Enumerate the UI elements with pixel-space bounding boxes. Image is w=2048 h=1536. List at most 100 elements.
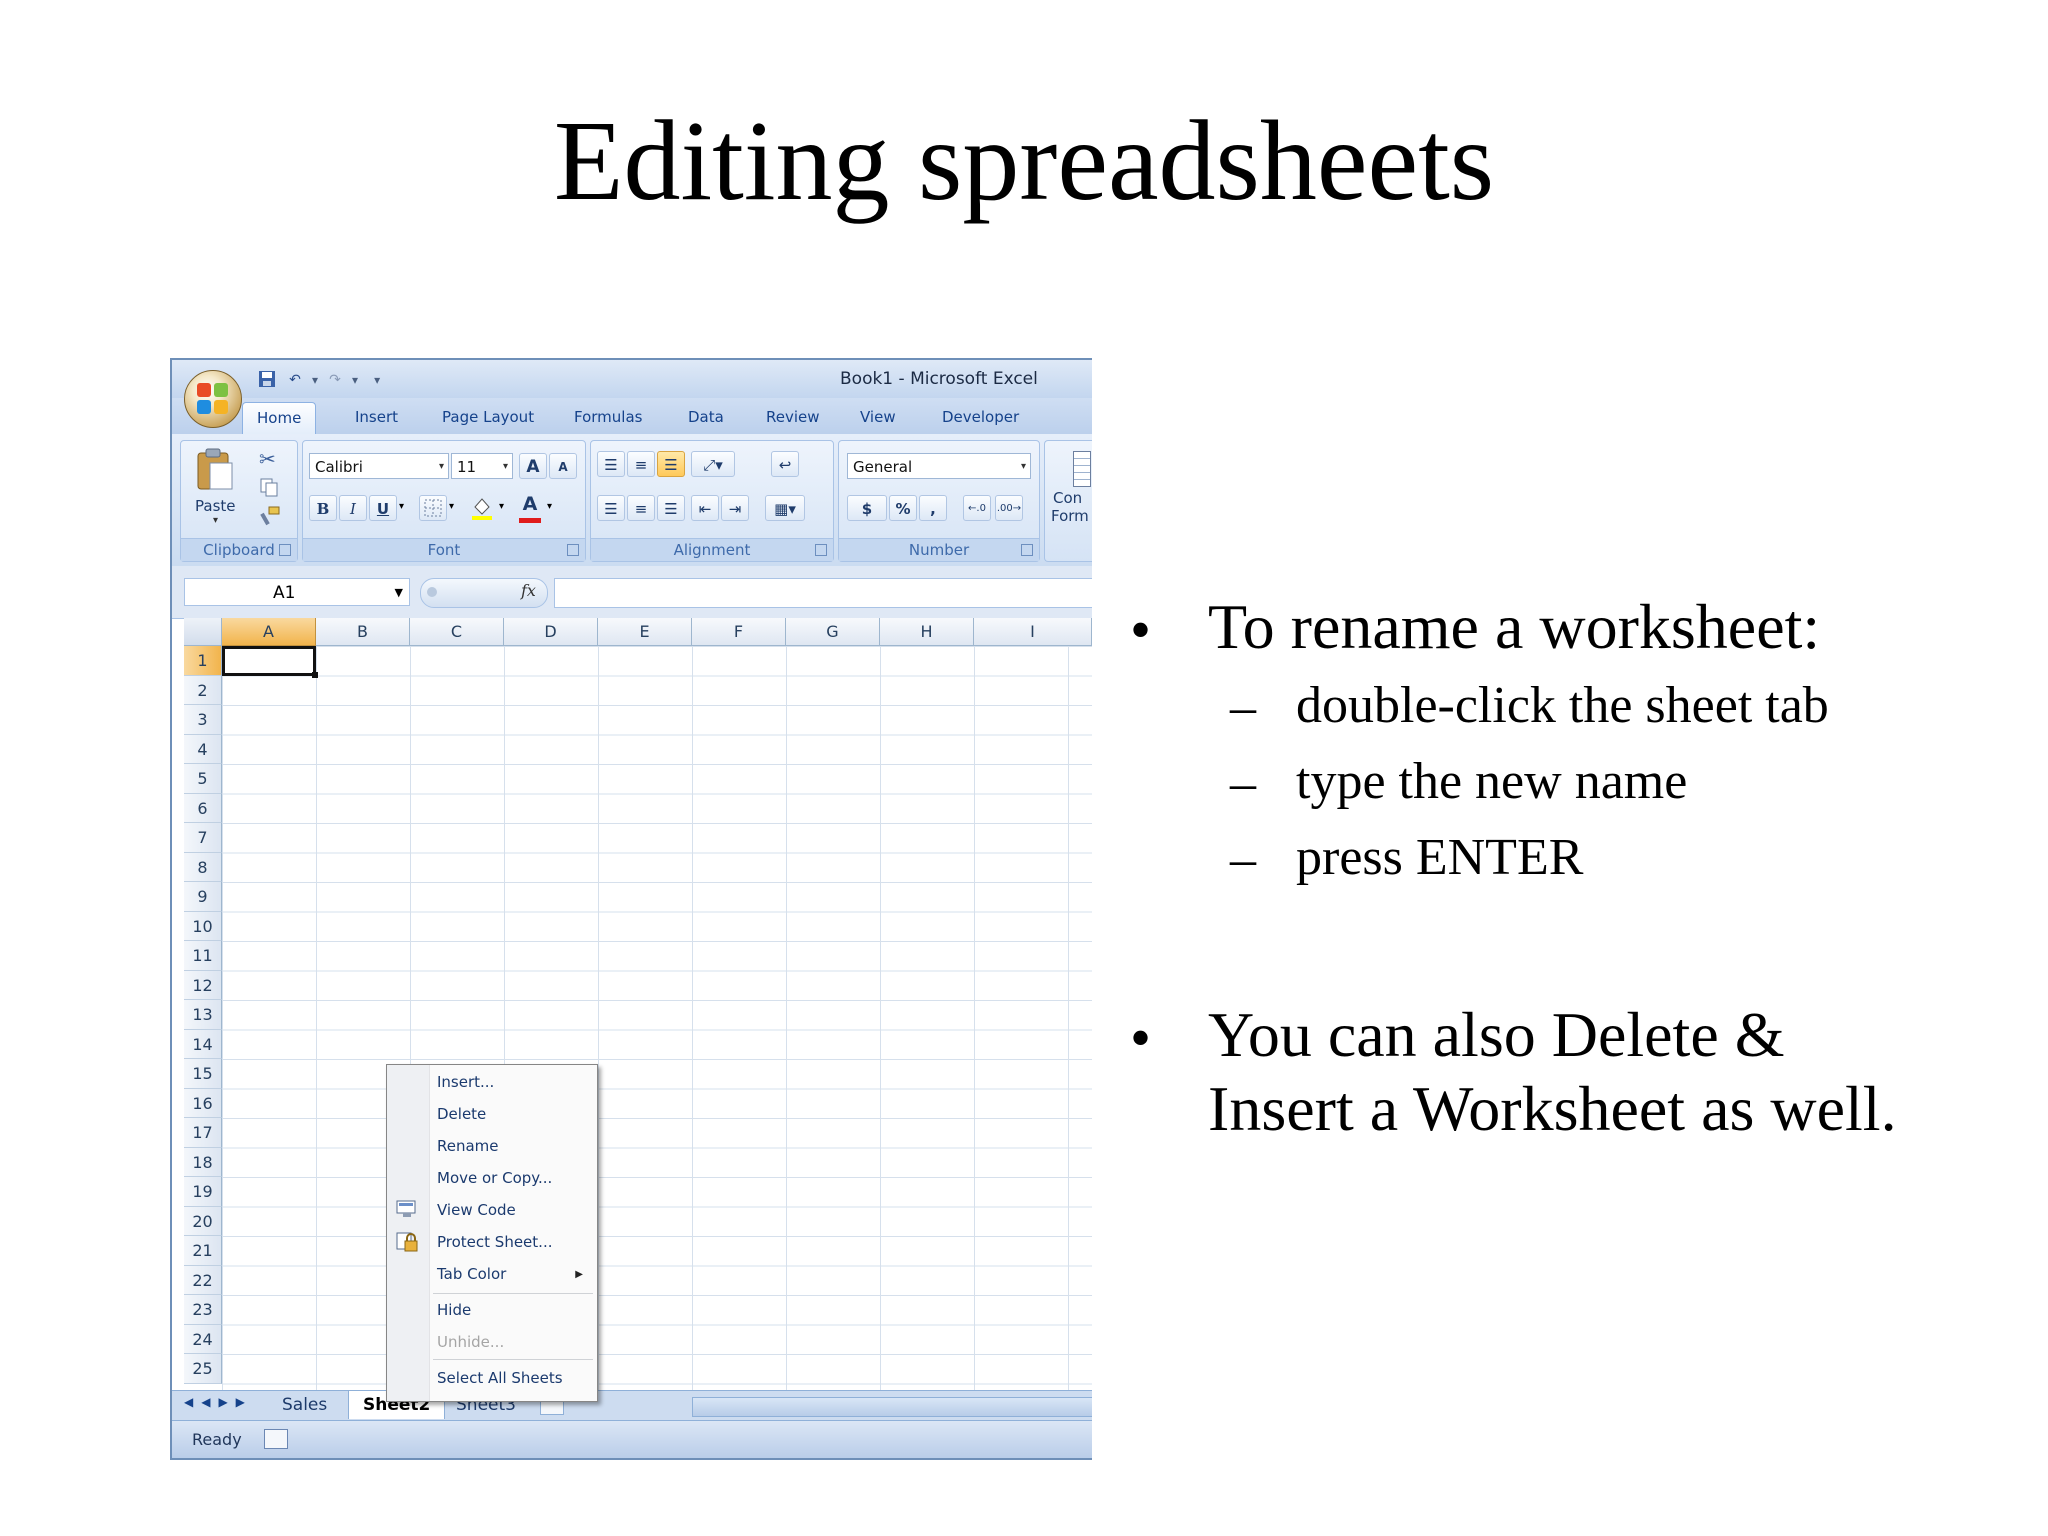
row-header-8[interactable]: 8 [184,852,222,882]
increase-decimal-icon[interactable]: ←.0 [963,495,991,521]
number-format-dropdown-icon[interactable]: ▾ [1021,454,1026,480]
row-header-14[interactable]: 14 [184,1029,222,1059]
format-painter-icon[interactable] [259,505,281,527]
clipboard-launcher-icon[interactable] [279,544,291,556]
row-header-22[interactable]: 22 [184,1265,222,1295]
row-header-7[interactable]: 7 [184,823,222,853]
alignment-launcher-icon[interactable] [815,544,827,556]
row-header-1[interactable]: 1 [184,646,222,676]
redo-icon[interactable]: ↷ [324,369,346,391]
column-header-d[interactable]: D [504,618,598,646]
menu-item-protect-sheet[interactable]: Protect Sheet... [437,1233,552,1251]
font-size-combo[interactable]: 11 ▾ [451,453,513,479]
row-header-4[interactable]: 4 [184,734,222,764]
tab-view[interactable]: View [860,408,896,426]
row-header-6[interactable]: 6 [184,793,222,823]
align-bottom-icon[interactable]: ☰ [657,451,685,477]
row-header-12[interactable]: 12 [184,970,222,1000]
row-header-21[interactable]: 21 [184,1236,222,1266]
comma-button[interactable]: , [919,495,947,521]
row-header-11[interactable]: 11 [184,941,222,971]
underline-dropdown-icon[interactable]: ▾ [399,501,404,512]
bold-button[interactable]: B [309,495,337,521]
insert-function-icon[interactable]: fx [521,581,536,600]
tab-insert[interactable]: Insert [355,408,398,426]
name-box[interactable]: A1 ▼ [184,578,410,606]
macro-record-icon[interactable] [264,1429,288,1449]
borders-icon[interactable] [419,495,447,521]
menu-item-select-all-sheets[interactable]: Select All Sheets [437,1369,563,1387]
redo-dropdown-icon[interactable]: ▾ [352,373,358,387]
tab-developer[interactable]: Developer [942,408,1019,426]
grow-font-button[interactable]: A [519,453,547,479]
cut-icon[interactable]: ✂ [259,447,276,471]
percent-button[interactable]: % [889,495,917,521]
row-header-18[interactable]: 18 [184,1147,222,1177]
column-header-c[interactable]: C [410,618,504,646]
row-header-16[interactable]: 16 [184,1088,222,1118]
column-header-h[interactable]: H [880,618,974,646]
row-header-2[interactable]: 2 [184,675,222,705]
row-header-3[interactable]: 3 [184,705,222,735]
formula-handle-icon[interactable] [427,587,437,597]
column-header-g[interactable]: G [786,618,880,646]
borders-dropdown-icon[interactable]: ▾ [449,501,454,512]
customize-qat-icon[interactable]: ▾ [374,373,380,387]
row-header-5[interactable]: 5 [184,764,222,794]
column-header-b[interactable]: B [316,618,410,646]
align-top-icon[interactable]: ☰ [597,451,625,477]
formula-input[interactable] [554,578,1092,608]
row-header-9[interactable]: 9 [184,882,222,912]
font-color-dropdown-icon[interactable]: ▾ [547,501,552,512]
copy-icon[interactable] [259,477,279,497]
column-header-a[interactable]: A [222,618,316,646]
paste-button[interactable]: Paste ▾ [189,445,241,531]
tab-data[interactable]: Data [688,408,724,426]
font-color-button[interactable]: A [517,493,543,523]
menu-item-delete[interactable]: Delete [437,1105,486,1123]
sheet-navigation-icons[interactable]: ◀◀▶▶ [184,1395,253,1409]
decrease-indent-icon[interactable]: ⇤ [691,495,719,521]
merge-center-icon[interactable]: ▦▾ [765,495,805,521]
wrap-text-icon[interactable]: ↩ [771,451,799,477]
align-left-icon[interactable]: ☰ [597,495,625,521]
align-right-icon[interactable]: ☰ [657,495,685,521]
tab-page-layout[interactable]: Page Layout [442,408,534,426]
cell-area[interactable] [222,646,1092,1390]
fill-color-icon[interactable] [469,495,497,523]
row-header-23[interactable]: 23 [184,1295,222,1325]
font-name-combo[interactable]: Calibri ▾ [309,453,449,479]
font-launcher-icon[interactable] [567,544,579,556]
paste-dropdown-icon[interactable]: ▾ [213,515,218,526]
shrink-font-button[interactable]: A [549,453,577,479]
decrease-decimal-icon[interactable]: .00→ [995,495,1023,521]
tab-review[interactable]: Review [766,408,820,426]
number-format-combo[interactable]: General ▾ [847,453,1031,479]
tab-formulas[interactable]: Formulas [574,408,642,426]
row-header-25[interactable]: 25 [184,1354,222,1384]
menu-item-insert[interactable]: Insert... [437,1073,494,1091]
orientation-icon[interactable]: ⤢▾ [691,451,735,477]
undo-dropdown-icon[interactable]: ▾ [312,373,318,387]
sheet-tab-sales[interactable]: Sales [268,1391,341,1419]
italic-button[interactable]: I [339,495,367,521]
menu-item-tab-color[interactable]: Tab Color [437,1265,506,1283]
menu-item-move-or-copy[interactable]: Move or Copy... [437,1169,552,1187]
select-all-corner[interactable] [184,618,222,646]
increase-indent-icon[interactable]: ⇥ [721,495,749,521]
align-middle-icon[interactable]: ≡ [627,451,655,477]
fill-color-dropdown-icon[interactable]: ▾ [499,501,504,512]
underline-button[interactable]: U [369,495,397,521]
font-name-dropdown-icon[interactable]: ▾ [439,454,444,480]
row-header-24[interactable]: 24 [184,1324,222,1354]
save-icon[interactable] [256,369,278,391]
font-size-dropdown-icon[interactable]: ▾ [503,454,508,480]
menu-item-hide[interactable]: Hide [437,1301,471,1319]
column-header-f[interactable]: F [692,618,786,646]
currency-button[interactable]: $ [847,495,887,521]
undo-icon[interactable]: ↶ [284,369,306,391]
conditional-formatting-icon[interactable] [1073,451,1091,487]
number-launcher-icon[interactable] [1021,544,1033,556]
office-button-icon[interactable] [184,370,242,428]
horizontal-scrollbar[interactable] [692,1397,1092,1417]
